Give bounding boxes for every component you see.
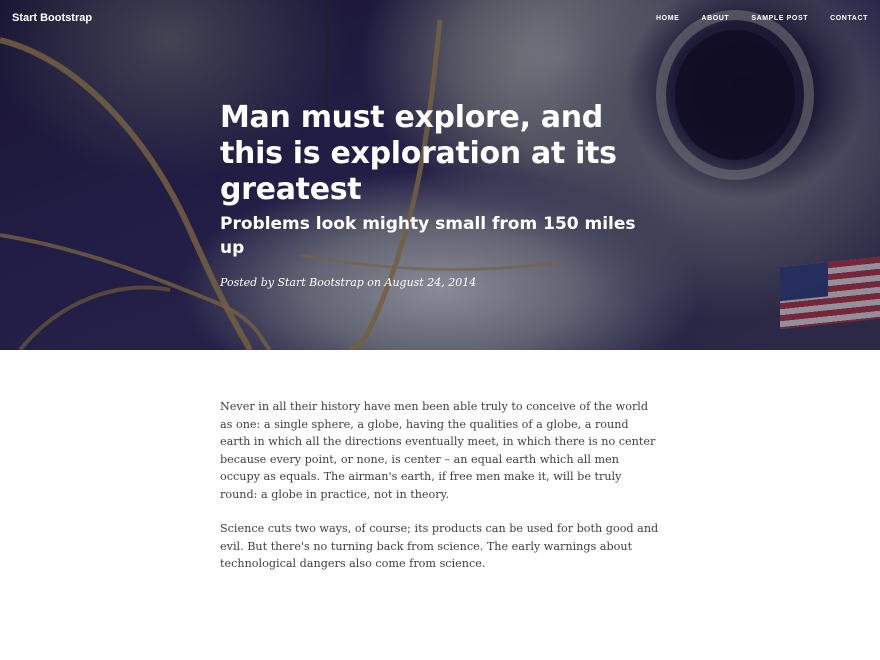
post-subtitle: Problems look mighty small from 150 mile… xyxy=(220,214,636,258)
nav-link-sample-post[interactable]: SAMPLE POST xyxy=(751,15,808,22)
nav-links: HOME ABOUT SAMPLE POST CONTACT xyxy=(656,15,868,22)
nav-link-about[interactable]: ABOUT xyxy=(701,15,729,22)
hero-header: Start Bootstrap HOME ABOUT SAMPLE POST C… xyxy=(0,0,880,350)
brand-link[interactable]: Start Bootstrap xyxy=(12,12,92,24)
post-title: Man must explore, and this is exploratio… xyxy=(220,100,617,207)
navbar: Start Bootstrap HOME ABOUT SAMPLE POST C… xyxy=(0,0,880,36)
post-paragraph-2: Science cuts two ways, of course; its pr… xyxy=(220,522,659,570)
nav-link-home[interactable]: HOME xyxy=(656,15,679,22)
post-paragraph-1: Never in all their history have men been… xyxy=(220,400,656,501)
nav-link-contact[interactable]: CONTACT xyxy=(830,15,868,22)
post-meta: Posted by Start Bootstrap on August 24, … xyxy=(220,276,477,289)
post-content: Never in all their history have men been… xyxy=(220,398,660,590)
post-heading: Man must explore, and this is exploratio… xyxy=(220,100,660,289)
